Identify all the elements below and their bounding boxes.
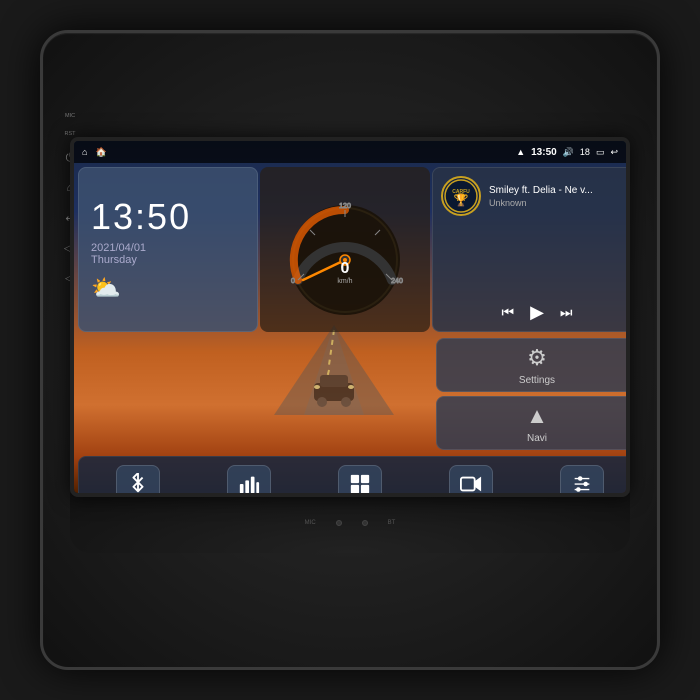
music-info: Smiley ft. Delia - Ne v... Unknown bbox=[489, 185, 630, 208]
next-button[interactable]: ⏭ bbox=[560, 304, 573, 321]
radio-icon bbox=[227, 465, 271, 497]
mic-label: MIC bbox=[65, 113, 75, 119]
wifi-icon: ▲ bbox=[516, 147, 525, 157]
svg-text:0: 0 bbox=[291, 278, 295, 285]
battery-level: 18 bbox=[580, 147, 590, 157]
bluetooth-app[interactable]: Bluetooth bbox=[83, 465, 194, 497]
music-title: Smiley ft. Delia - Ne v... bbox=[489, 185, 619, 196]
apps-icon bbox=[338, 465, 382, 497]
empty-middle bbox=[260, 334, 430, 454]
bottom-dot-2 bbox=[362, 520, 368, 526]
road-area bbox=[78, 334, 258, 454]
clock-day: Thursday bbox=[91, 254, 245, 266]
status-left: ⌂ 🏠 bbox=[82, 147, 107, 158]
status-bar: ⌂ 🏠 ▲ 13:50 🔊 18 ▭ ↩ bbox=[74, 141, 626, 163]
settings-button[interactable]: ⚙ Settings bbox=[436, 338, 630, 392]
speedometer-svg: 0 120 240 bbox=[280, 185, 410, 315]
screen-bezel: ⌂ 🏠 ▲ 13:50 🔊 18 ▭ ↩ 13:50 2021/04/01 Th… bbox=[70, 137, 630, 497]
music-widget: CARFU 🏆 Smiley ft. Delia - Ne v... Unkno… bbox=[432, 167, 630, 332]
clock-time: 13:50 bbox=[91, 196, 245, 238]
bottom-dot-1 bbox=[336, 520, 342, 526]
play-button[interactable]: ▶ bbox=[530, 302, 544, 323]
video-app[interactable]: Video Player bbox=[415, 465, 526, 497]
settings-icon: ⚙ bbox=[527, 345, 547, 371]
svg-text:🏆: 🏆 bbox=[454, 193, 469, 207]
music-logo: CARFU 🏆 bbox=[441, 176, 481, 216]
status-time: 13:50 bbox=[531, 147, 557, 158]
music-controls[interactable]: ⏮ ▶ ⏭ bbox=[441, 302, 630, 323]
clock-widget: 13:50 2021/04/01 Thursday ⛅ bbox=[78, 167, 258, 332]
speedometer-widget: 0 120 240 bbox=[260, 167, 430, 332]
svg-text:120: 120 bbox=[339, 203, 351, 210]
device-bottom: MIC BT bbox=[70, 493, 630, 553]
apps-app[interactable]: Apps bbox=[305, 465, 416, 497]
window-status-icon: ▭ bbox=[596, 147, 605, 158]
navi-button[interactable]: ▲ Navi bbox=[436, 396, 630, 450]
settings-label: Settings bbox=[519, 375, 555, 386]
screen-content: 13:50 2021/04/01 Thursday ⛅ bbox=[74, 163, 626, 493]
navi-icon: ▲ bbox=[526, 403, 548, 429]
home-status-icon: ⌂ bbox=[82, 147, 87, 157]
bluetooth-icon bbox=[116, 465, 160, 497]
music-top: CARFU 🏆 Smiley ft. Delia - Ne v... Unkno… bbox=[441, 176, 630, 216]
svg-text:240: 240 bbox=[391, 278, 403, 285]
radio-app[interactable]: Radio bbox=[194, 465, 305, 497]
back-status-icon: ↩ bbox=[610, 147, 618, 158]
status-right: ▲ 13:50 🔊 18 ▭ ↩ bbox=[516, 147, 618, 158]
svg-text:km/h: km/h bbox=[337, 278, 352, 285]
video-icon bbox=[449, 465, 493, 497]
weather-icon: ⛅ bbox=[91, 274, 245, 303]
settings-navi: ⚙ Settings ▲ Navi bbox=[432, 334, 630, 454]
svg-text:0: 0 bbox=[341, 260, 350, 277]
prev-button[interactable]: ⏮ bbox=[501, 304, 514, 321]
equalizer-icon bbox=[560, 465, 604, 497]
bt-bottom-label: BT bbox=[388, 520, 396, 526]
device-shell: MIC RST ⏻ ⌂ ↩ ◁+ ◁- bbox=[40, 30, 660, 670]
volume-status-icon: 🔊 bbox=[563, 147, 574, 158]
home-status-icon2: 🏠 bbox=[95, 147, 106, 158]
equalizer-app[interactable]: Equalizer bbox=[526, 465, 630, 497]
app-bar: Bluetooth Radio bbox=[78, 456, 630, 497]
rst-label: RST bbox=[65, 131, 76, 137]
music-artist: Unknown bbox=[489, 198, 630, 208]
navi-label: Navi bbox=[527, 433, 547, 444]
clock-date: 2021/04/01 bbox=[91, 242, 245, 254]
mic-bottom-label: MIC bbox=[305, 520, 316, 526]
